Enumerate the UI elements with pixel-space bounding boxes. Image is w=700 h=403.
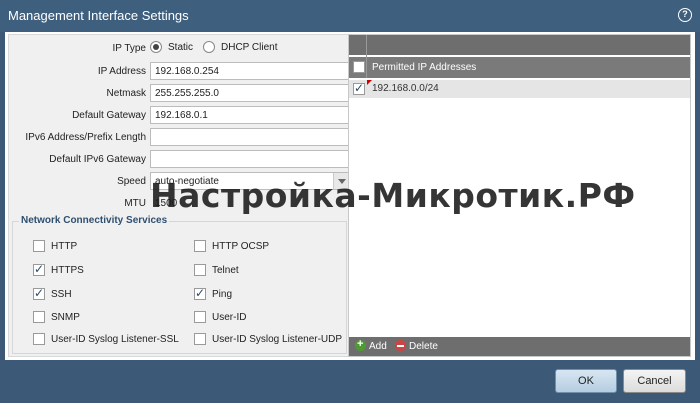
ipv6-input[interactable] (150, 128, 350, 146)
title-bar: Management Interface Settings ? (0, 0, 700, 32)
grid-toolbar-strip (349, 35, 690, 55)
table-row[interactable]: 192.168.0.0/24 (349, 80, 690, 98)
netmask-input[interactable]: 255.255.255.0 (150, 84, 350, 102)
add-label: Add (369, 341, 387, 352)
permitted-ip-value: 192.168.0.0/24 (372, 83, 439, 94)
ipv6-gateway-row: Default IPv6 Gateway (9, 150, 352, 170)
dhcp-client-radio[interactable] (203, 41, 215, 53)
user-id-syslog-ssl-label: User-ID Syslog Listener-SSL (51, 334, 179, 345)
user-id-checkbox[interactable] (194, 311, 206, 323)
https-checkbox[interactable] (33, 262, 45, 276)
snmp-label: SNMP (51, 312, 80, 323)
telnet-label: Telnet (212, 265, 239, 276)
ip-type-row: IP Type Static DHCP Client (9, 39, 352, 59)
watermark-text: Настройка-Микротик.РФ (150, 176, 636, 215)
netmask-label: Netmask (106, 88, 146, 99)
gateway-row: Default Gateway 192.168.0.1 (9, 106, 352, 126)
snmp-checkbox[interactable] (33, 311, 45, 323)
user-id-syslog-udp-checkbox[interactable] (194, 333, 206, 345)
column-divider (366, 35, 367, 78)
ip-address-row: IP Address 192.168.0.254 (9, 62, 352, 82)
dialog-title: Management Interface Settings (8, 8, 189, 23)
user-id-syslog-ssl-checkbox[interactable] (33, 333, 45, 345)
ping-checkbox[interactable] (194, 286, 206, 300)
row-checkbox[interactable] (353, 81, 365, 95)
delete-label: Delete (409, 341, 438, 352)
cancel-button[interactable]: Cancel (623, 369, 686, 393)
mtu-label: MTU (124, 198, 146, 209)
add-icon (355, 338, 366, 351)
services-title: Network Connectivity Services (19, 215, 170, 226)
ip-address-label: IP Address (97, 66, 146, 77)
dhcp-client-radio-label: DHCP Client (221, 42, 278, 53)
ipv6-gateway-input[interactable] (150, 150, 350, 168)
help-icon[interactable]: ? (678, 8, 692, 22)
ip-type-label: IP Type (112, 43, 146, 54)
ping-label: Ping (212, 289, 233, 300)
gateway-input[interactable]: 192.168.0.1 (150, 106, 350, 124)
permitted-ip-header-label: Permitted IP Addresses (372, 62, 477, 73)
permitted-ip-header: Permitted IP Addresses (349, 57, 690, 78)
select-all-checkbox[interactable] (353, 61, 365, 73)
ipv6-gateway-label: Default IPv6 Gateway (49, 154, 146, 165)
http-ocsp-label: HTTP OCSP (212, 241, 270, 252)
gateway-label: Default Gateway (72, 110, 146, 121)
ssh-label: SSH (51, 289, 72, 300)
http-checkbox[interactable] (33, 240, 45, 252)
ssh-checkbox[interactable] (33, 286, 45, 300)
http-label: HTTP (51, 241, 78, 252)
permitted-ip-footer: Add Delete (349, 337, 690, 356)
user-id-syslog-udp-label: User-ID Syslog Listener-UDP (212, 334, 343, 345)
modified-flag-icon (367, 80, 372, 85)
static-radio-label: Static (168, 42, 194, 53)
add-button[interactable]: Add (355, 338, 387, 352)
ipv6-label: IPv6 Address/Prefix Length (25, 132, 146, 143)
ip-address-input[interactable]: 192.168.0.254 (150, 62, 350, 80)
https-label: HTTPS (51, 265, 84, 276)
delete-icon (395, 340, 406, 351)
static-radio[interactable] (150, 41, 162, 53)
netmask-row: Netmask 255.255.255.0 (9, 84, 352, 104)
user-id-label: User-ID (212, 312, 247, 323)
ipv6-row: IPv6 Address/Prefix Length (9, 128, 352, 148)
telnet-checkbox[interactable] (194, 264, 206, 276)
http-ocsp-checkbox[interactable] (194, 240, 206, 252)
ok-button[interactable]: OK (555, 369, 617, 393)
delete-button[interactable]: Delete (395, 340, 438, 352)
speed-label: Speed (117, 176, 146, 187)
